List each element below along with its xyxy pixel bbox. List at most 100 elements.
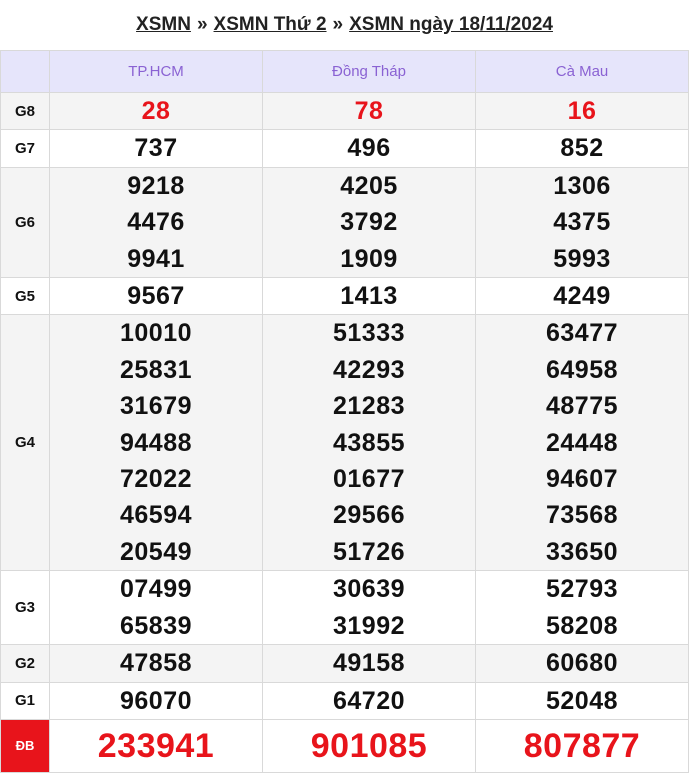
prize-cell: 496	[262, 129, 476, 168]
prize-number: 20549	[119, 537, 193, 566]
prize-cell: 16	[475, 91, 689, 131]
prize-number: 4205	[340, 171, 398, 200]
prize-cell: 96070	[49, 681, 263, 720]
prize-row-g4: G4 10010 25831 31679 94488 72022 46594 20549 513…	[0, 314, 689, 572]
prize-number: 21283	[332, 392, 406, 421]
prize-label: G3	[0, 570, 50, 646]
prize-cell: 47858	[49, 644, 263, 683]
prize-label: G8	[0, 91, 50, 131]
prize-cell: 60680	[475, 644, 689, 683]
prize-number: 64958	[545, 355, 619, 384]
prize-number: 96070	[119, 686, 193, 715]
prize-number: 94607	[545, 465, 619, 494]
prize-cell: 51333 42293 21283 43855 01677 29566 51726	[262, 314, 476, 572]
prize-number: 1909	[340, 244, 398, 273]
prize-number: 25831	[119, 355, 193, 384]
special-prize-number: 233941	[97, 726, 215, 765]
prize-number: 42293	[332, 355, 406, 384]
prize-number: 51726	[332, 537, 406, 566]
prize-number: 9567	[127, 282, 185, 311]
prize-number: 24448	[545, 428, 619, 457]
breadcrumb-link-xsmn-date[interactable]: XSMN ngày 18/11/2024	[349, 14, 553, 36]
prize-cell: 52048	[475, 681, 689, 720]
prize-number: 31679	[119, 392, 193, 421]
prize-cell: 901085	[262, 718, 476, 773]
prize-cell: 30639 31992	[262, 570, 476, 646]
prize-cell: 64720	[262, 681, 476, 720]
prize-number: 3792	[340, 208, 398, 237]
breadcrumb-separator: »	[332, 14, 344, 35]
prize-row-g6: G6 9218 4476 9941 4205 3792 1909 1306 4375 5993	[0, 166, 689, 279]
prize-row-g5: G5 9567 1413 4249	[0, 277, 689, 316]
prize-number: 4249	[553, 282, 611, 311]
prize-number: 16	[567, 97, 597, 125]
prize-number: 52793	[545, 575, 619, 604]
prize-number: 49158	[332, 649, 406, 678]
prize-number: 31992	[332, 611, 406, 640]
prize-number: 72022	[119, 465, 193, 494]
prize-row-db: ĐB 233941 901085 807877	[0, 718, 689, 773]
prize-cell: 233941	[49, 718, 263, 773]
prize-label: G7	[0, 129, 50, 168]
header-corner-cell	[0, 50, 50, 93]
prize-label: G4	[0, 314, 50, 572]
prize-number: 01677	[332, 465, 406, 494]
breadcrumb-link-xsmn-thu-2[interactable]: XSMN Thứ 2	[214, 14, 327, 36]
prize-number: 94488	[119, 428, 193, 457]
results-body: G8 28 78 16 G7 737 496 852 G6 9218 4476 9941 4205 379…	[0, 91, 689, 773]
special-prize-number: 901085	[310, 726, 428, 765]
province-header-tphcm[interactable]: TP.HCM	[49, 50, 263, 93]
prize-cell: 9567	[49, 277, 263, 316]
breadcrumb: XSMN » XSMN Thứ 2 » XSMN ngày 18/11/2024	[0, 0, 689, 50]
prize-number: 29566	[332, 501, 406, 530]
prize-number: 48775	[545, 392, 619, 421]
province-header-row: TP.HCM Đồng Tháp Cà Mau	[0, 50, 689, 93]
prize-number: 07499	[119, 575, 193, 604]
prize-cell: 07499 65839	[49, 570, 263, 646]
prize-cell: 737	[49, 129, 263, 168]
prize-label: ĐB	[0, 718, 50, 773]
prize-cell: 28	[49, 91, 263, 131]
prize-number: 64720	[332, 686, 406, 715]
special-prize-number: 807877	[523, 726, 641, 765]
prize-number: 43855	[332, 428, 406, 457]
prize-number: 5993	[553, 244, 611, 273]
prize-cell: 9218 4476 9941	[49, 166, 263, 279]
results-table: TP.HCM Đồng Tháp Cà Mau G8 28 78 16 G7 737 496…	[0, 50, 689, 773]
prize-row-g7: G7 737 496 852	[0, 129, 689, 168]
prize-number: 63477	[545, 319, 619, 348]
prize-cell: 78	[262, 91, 476, 131]
prize-cell: 4205 3792 1909	[262, 166, 476, 279]
prize-number: 10010	[119, 319, 193, 348]
prize-number: 65839	[119, 611, 193, 640]
prize-number: 78	[354, 97, 384, 125]
prize-number: 1413	[340, 282, 398, 311]
prize-cell: 52793 58208	[475, 570, 689, 646]
prize-cell: 1413	[262, 277, 476, 316]
breadcrumb-link-xsmn[interactable]: XSMN	[136, 14, 191, 36]
province-header-dong-thap[interactable]: Đồng Tháp	[262, 50, 476, 93]
prize-cell: 1306 4375 5993	[475, 166, 689, 279]
prize-number: 9218	[127, 171, 185, 200]
prize-row-g2: G2 47858 49158 60680	[0, 644, 689, 683]
prize-number: 46594	[119, 501, 193, 530]
prize-number: 73568	[545, 501, 619, 530]
prize-label: G5	[0, 277, 50, 316]
prize-number: 52048	[545, 686, 619, 715]
prize-label: G1	[0, 681, 50, 720]
prize-cell: 852	[475, 129, 689, 168]
prize-number: 33650	[545, 537, 619, 566]
prize-number: 1306	[553, 171, 611, 200]
prize-number: 51333	[332, 319, 406, 348]
province-header-ca-mau[interactable]: Cà Mau	[475, 50, 689, 93]
prize-number: 4375	[553, 208, 611, 237]
prize-cell: 49158	[262, 644, 476, 683]
prize-number: 9941	[127, 244, 185, 273]
prize-number: 60680	[545, 649, 619, 678]
prize-number: 58208	[545, 611, 619, 640]
prize-label: G2	[0, 644, 50, 683]
prize-row-g8: G8 28 78 16	[0, 91, 689, 131]
prize-number: 4476	[127, 208, 185, 237]
prize-number: 737	[134, 134, 178, 163]
prize-cell: 4249	[475, 277, 689, 316]
